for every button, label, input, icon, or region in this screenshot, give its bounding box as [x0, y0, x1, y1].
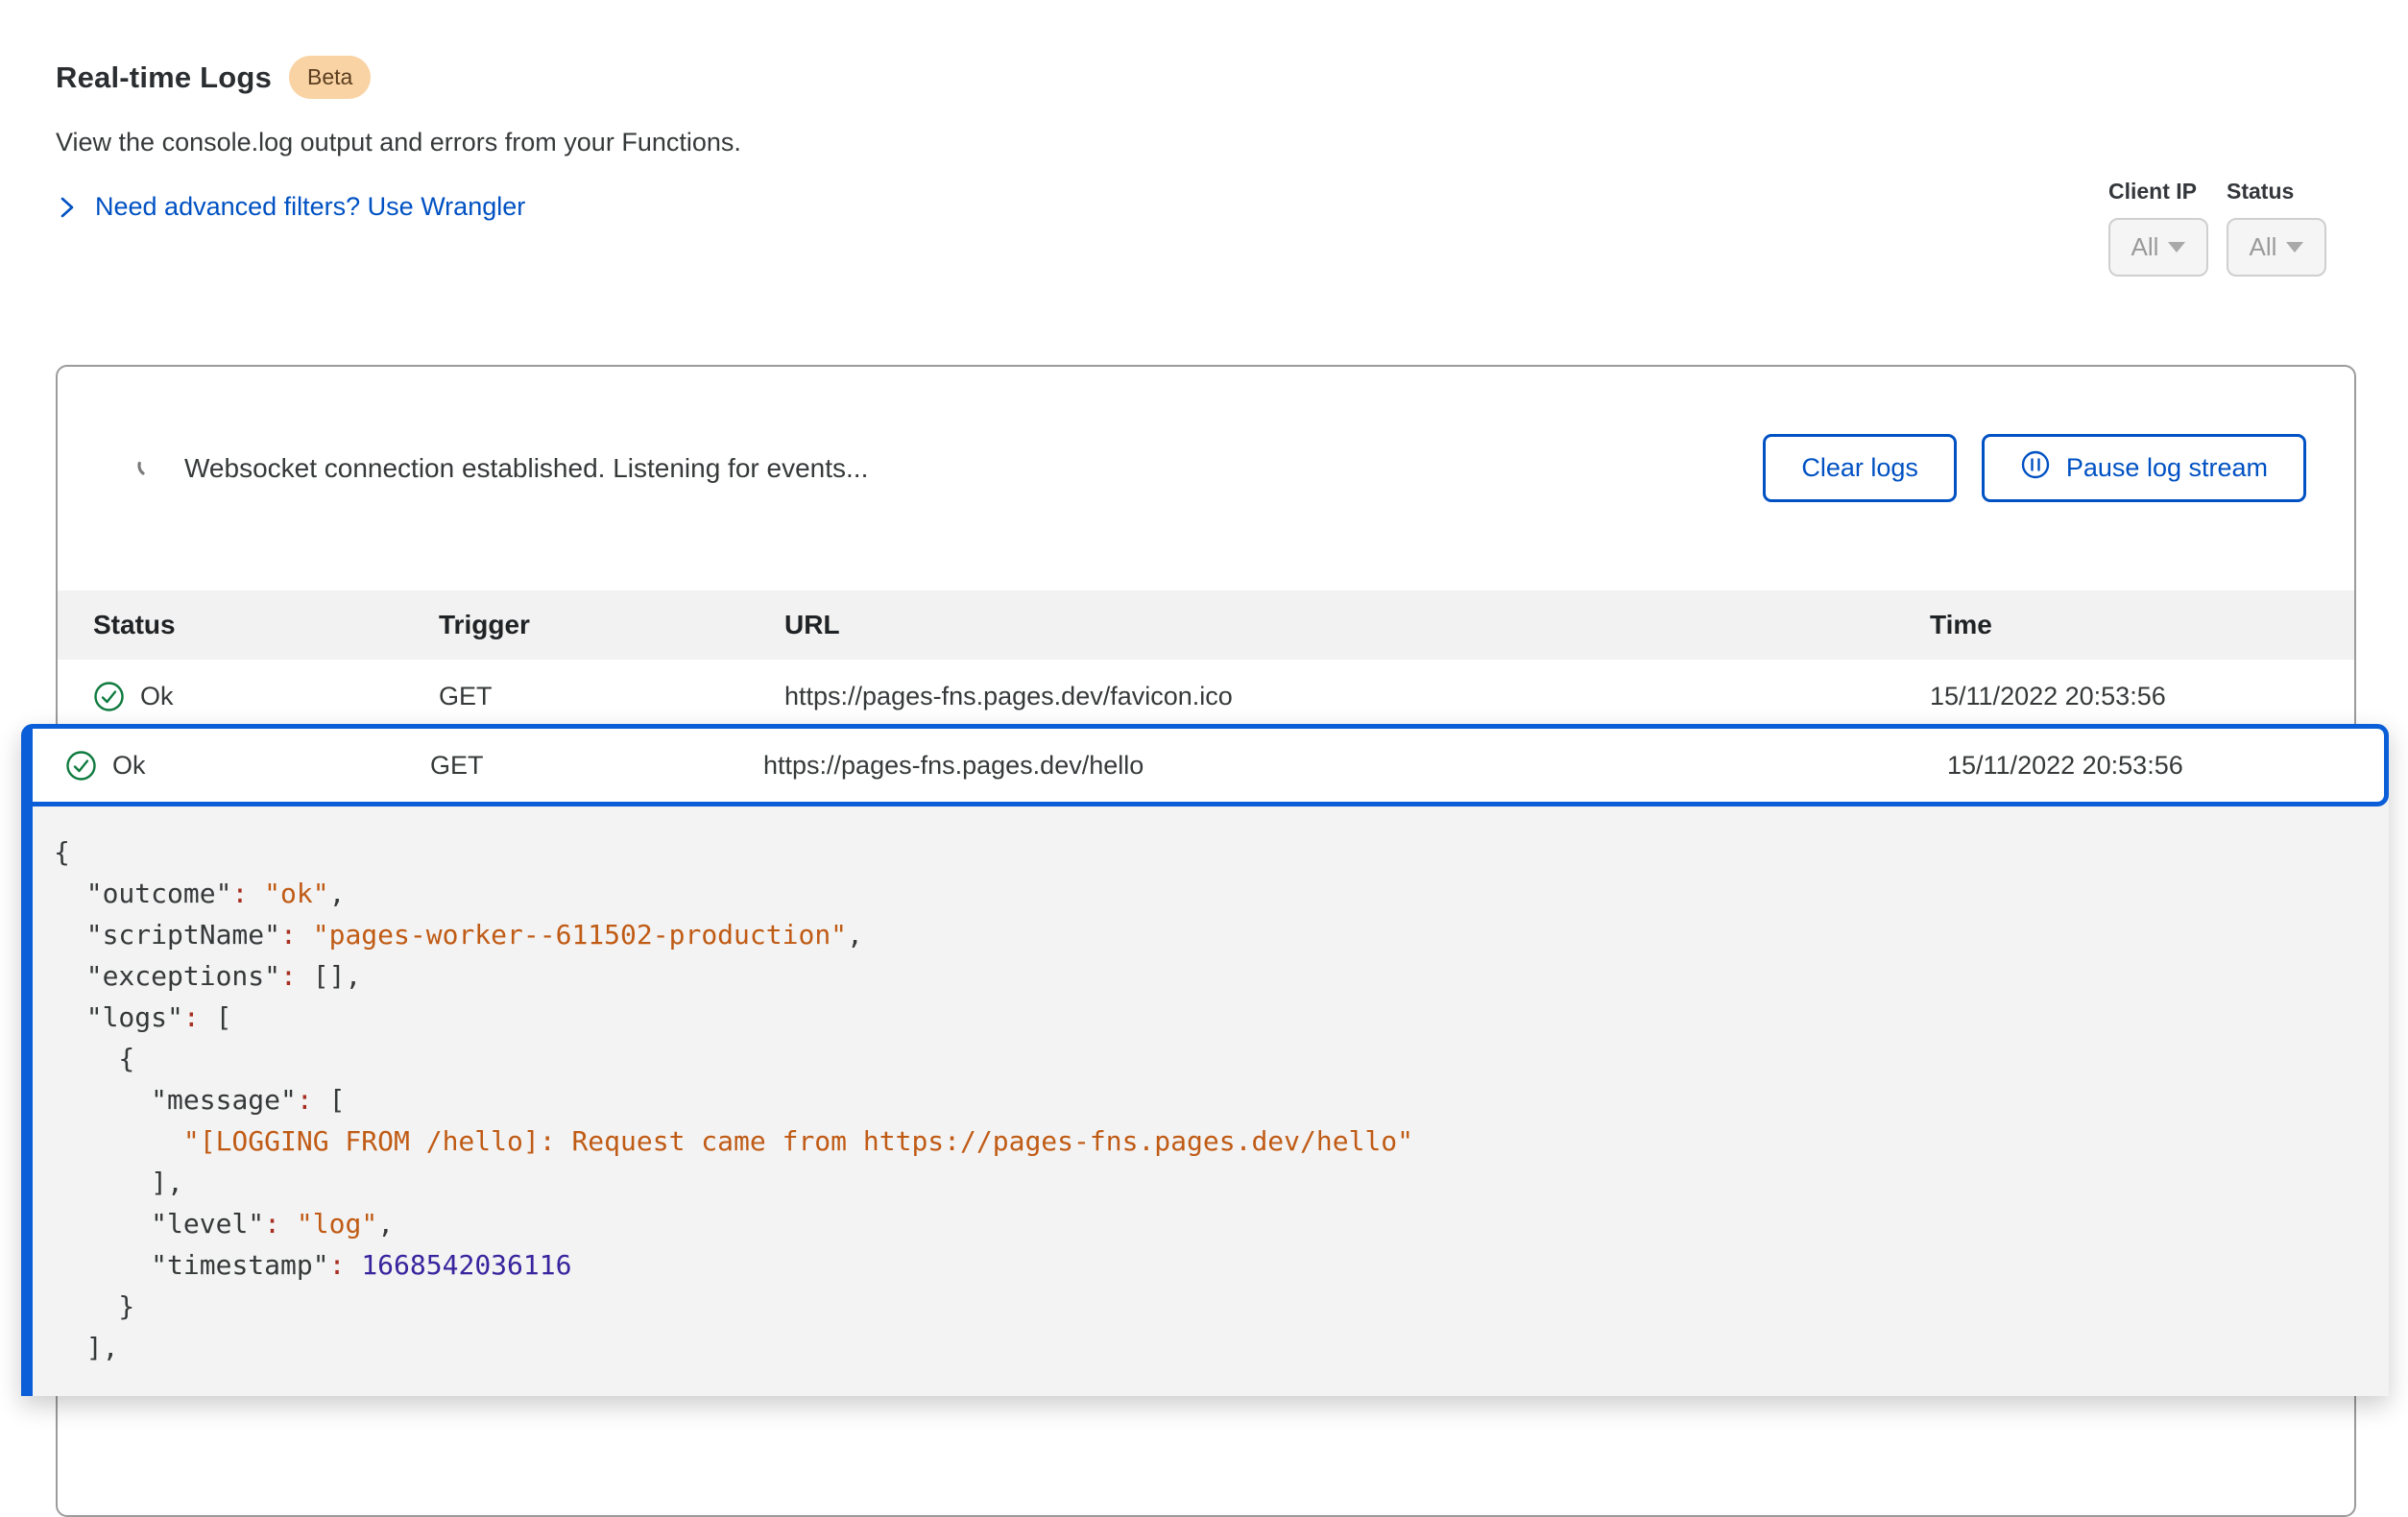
filters: Client IP All Status All: [2108, 179, 2326, 277]
row-status: Ok: [140, 682, 174, 711]
page-subtitle: View the console.log output and errors f…: [56, 128, 741, 157]
column-url: URL: [784, 610, 1930, 640]
spinner-icon: [136, 452, 161, 484]
clear-logs-label: Clear logs: [1801, 453, 1918, 483]
status-filter-value: All: [2250, 232, 2277, 262]
caret-down-icon: [2168, 242, 2185, 253]
row-trigger: GET: [430, 751, 763, 781]
selected-log-row[interactable]: Ok GET https://pages-fns.pages.dev/hello…: [33, 724, 2389, 807]
status-filter-label: Status: [2227, 179, 2326, 205]
pause-log-stream-button[interactable]: Pause log stream: [1982, 434, 2306, 502]
clear-logs-button[interactable]: Clear logs: [1763, 434, 1957, 502]
wrangler-link[interactable]: Need advanced filters? Use Wrangler: [56, 192, 525, 222]
client-ip-label: Client IP: [2108, 179, 2208, 205]
row-url: https://pages-fns.pages.dev/favicon.ico: [784, 682, 1930, 711]
table-header: Status Trigger URL Time: [58, 590, 2354, 660]
pause-icon: [2020, 449, 2051, 487]
card-toolbar: Websocket connection established. Listen…: [58, 367, 2354, 590]
pause-log-stream-label: Pause log stream: [2066, 453, 2268, 483]
websocket-status: Websocket connection established. Listen…: [136, 452, 868, 484]
row-status: Ok: [112, 751, 146, 781]
websocket-status-text: Websocket connection established. Listen…: [184, 453, 868, 484]
page-header: Real-time Logs Beta View the console.log…: [56, 56, 741, 222]
row-time: 15/11/2022 20:53:56: [1947, 751, 2384, 781]
row-url: https://pages-fns.pages.dev/hello: [763, 751, 1947, 781]
client-ip-dropdown[interactable]: All: [2108, 218, 2208, 277]
chevron-right-icon: [56, 194, 79, 221]
caret-down-icon: [2286, 242, 2303, 253]
column-status: Status: [93, 610, 439, 640]
expanded-log-entry: Ok GET https://pages-fns.pages.dev/hello…: [21, 724, 2389, 1396]
page-title: Real-time Logs: [56, 60, 272, 95]
status-dropdown[interactable]: All: [2227, 218, 2326, 277]
table-row[interactable]: Ok GET https://pages-fns.pages.dev/favic…: [58, 660, 2354, 733]
column-trigger: Trigger: [439, 610, 784, 640]
status-ok-icon: [93, 681, 125, 712]
row-trigger: GET: [439, 682, 784, 711]
row-time: 15/11/2022 20:53:56: [1930, 682, 2354, 711]
beta-badge: Beta: [289, 56, 371, 99]
column-time: Time: [1930, 610, 2354, 640]
client-ip-value: All: [2131, 232, 2159, 262]
wrangler-link-label: Need advanced filters? Use Wrangler: [95, 192, 525, 222]
log-json: { "outcome": "ok", "scriptName": "pages-…: [33, 807, 2389, 1378]
status-ok-icon: [65, 750, 97, 782]
